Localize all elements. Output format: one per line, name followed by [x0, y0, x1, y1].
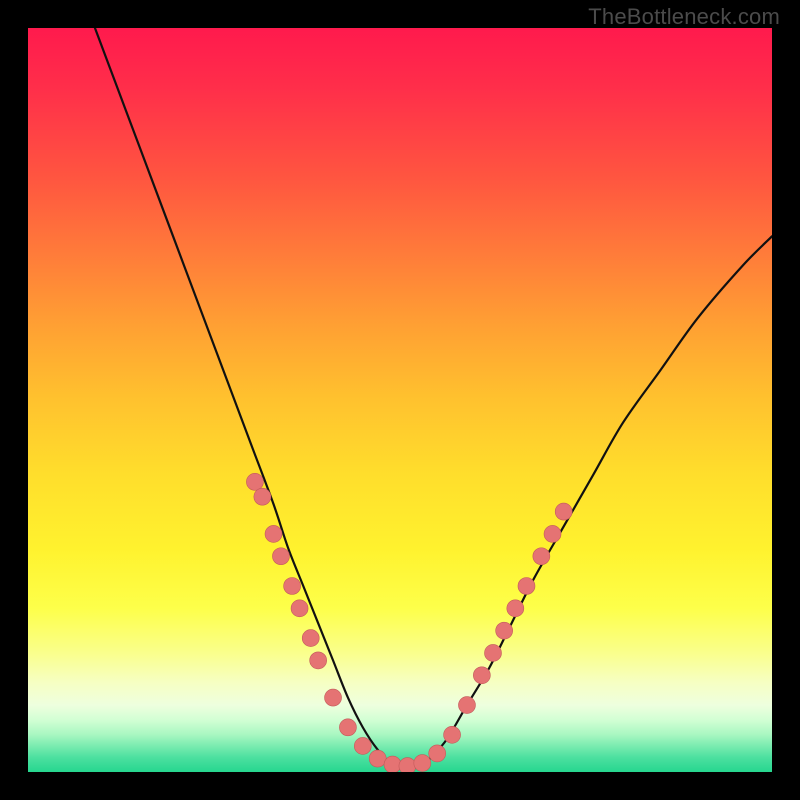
curve-marker	[496, 622, 513, 639]
curve-marker	[325, 689, 342, 706]
curve-marker	[265, 525, 282, 542]
chart-frame: TheBottleneck.com	[0, 0, 800, 800]
curve-marker	[272, 548, 289, 565]
curve-marker	[384, 756, 401, 772]
curve-marker	[302, 630, 319, 647]
curve-marker	[414, 755, 431, 772]
curve-marker	[399, 758, 416, 772]
curve-marker	[444, 726, 461, 743]
curve-layer	[28, 28, 772, 772]
marker-group	[246, 473, 572, 772]
curve-marker	[458, 697, 475, 714]
curve-marker	[473, 667, 490, 684]
curve-marker	[369, 750, 386, 767]
curve-marker	[544, 525, 561, 542]
curve-marker	[246, 473, 263, 490]
curve-marker	[310, 652, 327, 669]
curve-marker	[354, 737, 371, 754]
curve-marker	[339, 719, 356, 736]
curve-marker	[291, 600, 308, 617]
curve-marker	[533, 548, 550, 565]
curve-marker	[429, 745, 446, 762]
curve-marker	[284, 578, 301, 595]
curve-marker	[254, 488, 271, 505]
curve-marker	[507, 600, 524, 617]
curve-marker	[518, 578, 535, 595]
plot-area	[28, 28, 772, 772]
curve-marker	[485, 644, 502, 661]
curve-marker	[555, 503, 572, 520]
watermark-label: TheBottleneck.com	[588, 4, 780, 30]
bottleneck-curve	[95, 28, 772, 768]
